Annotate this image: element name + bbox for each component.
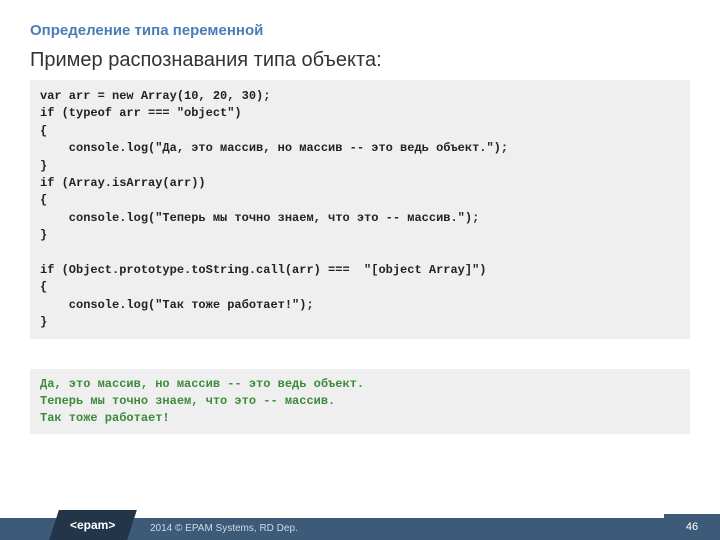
code-line: console.log("Теперь мы точно знаем, что … bbox=[40, 211, 479, 225]
code-line: console.log("Так тоже работает!"); bbox=[40, 298, 314, 312]
code-line: if (typeof arr === "object") bbox=[40, 106, 242, 120]
slide-subtitle: Пример распознавания типа объекта: bbox=[30, 49, 690, 72]
slide: Определение типа переменной Пример распо… bbox=[0, 0, 720, 540]
code-line: } bbox=[40, 228, 47, 242]
code-line: console.log("Да, это массив, но массив -… bbox=[40, 141, 508, 155]
code-line: var arr = new Array(10, 20, 30); bbox=[40, 89, 270, 103]
code-line: { bbox=[40, 193, 47, 207]
code-line: if (Array.isArray(arr)) bbox=[40, 176, 206, 190]
section-title: Определение типа переменной bbox=[30, 22, 690, 39]
code-block: var arr = new Array(10, 20, 30); if (typ… bbox=[30, 80, 690, 339]
code-line: { bbox=[40, 124, 47, 138]
code-line: } bbox=[40, 315, 47, 329]
page-number: 46 bbox=[664, 514, 720, 540]
footer: <epam> 2014 © EPAM Systems, RD Dep. 46 bbox=[0, 510, 720, 540]
code-line: } bbox=[40, 159, 47, 173]
output-block: Да, это массив, но массив -- это ведь об… bbox=[30, 369, 690, 433]
logo: <epam> bbox=[49, 510, 137, 540]
output-line: Теперь мы точно знаем, что это -- массив… bbox=[40, 394, 335, 408]
output-line: Так тоже работает! bbox=[40, 411, 170, 425]
code-line: { bbox=[40, 280, 47, 294]
logo-text: <epam> bbox=[70, 518, 115, 532]
output-line: Да, это массив, но массив -- это ведь об… bbox=[40, 377, 364, 391]
copyright: 2014 © EPAM Systems, RD Dep. bbox=[150, 518, 298, 540]
code-line: if (Object.prototype.toString.call(arr) … bbox=[40, 263, 486, 277]
